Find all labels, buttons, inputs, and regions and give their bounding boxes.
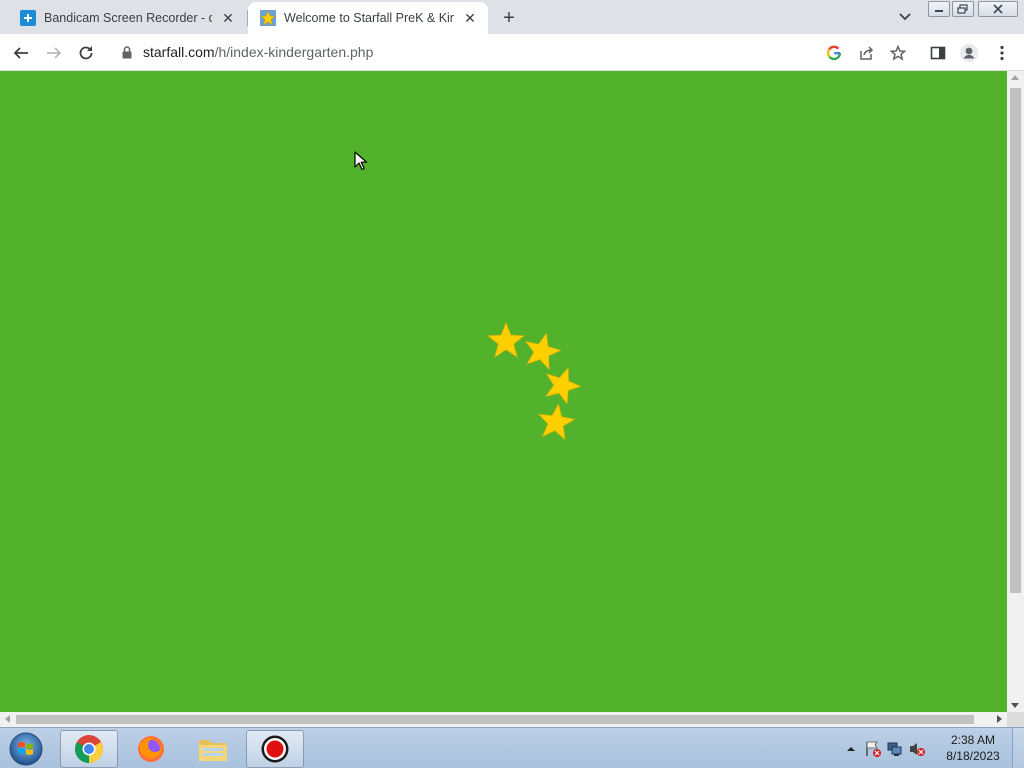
taskbar-bandicam[interactable] xyxy=(246,730,304,768)
taskbar: 2:38 AM 8/18/2023 xyxy=(0,727,1024,768)
vertical-scroll-thumb[interactable] xyxy=(1010,88,1021,593)
windows-logo-icon xyxy=(9,732,43,766)
browser-toolbar: starfall.com/h/index-kindergarten.php xyxy=(0,34,1024,71)
start-button[interactable] xyxy=(5,729,47,768)
minimize-button[interactable] xyxy=(928,1,950,17)
taskbar-clock[interactable]: 2:38 AM 8/18/2023 xyxy=(940,732,1006,764)
action-center-flag-icon[interactable] xyxy=(864,740,882,758)
tab-strip: Bandicam Screen Recorder - dow ✕ Welcome… xyxy=(0,0,1024,34)
bandicam-record-icon xyxy=(261,735,289,763)
network-icon[interactable] xyxy=(886,740,904,758)
horizontal-scroll-thumb[interactable] xyxy=(16,715,974,724)
forward-button[interactable] xyxy=(41,40,67,66)
tab-title: Welcome to Starfall PreK & Kind xyxy=(284,11,454,25)
page-content[interactable] xyxy=(0,71,1007,712)
taskbar-firefox[interactable] xyxy=(122,730,180,768)
clock-date: 8/18/2023 xyxy=(946,749,1000,763)
google-lens-icon[interactable] xyxy=(821,40,847,66)
new-tab-button[interactable]: + xyxy=(497,6,521,30)
starfall-star-icon xyxy=(260,10,276,26)
url-path: /h/index-kindergarten.php xyxy=(214,44,374,60)
scroll-right-arrow-icon[interactable] xyxy=(997,715,1002,723)
scroll-up-arrow-icon[interactable] xyxy=(1011,75,1019,80)
scroll-down-arrow-icon[interactable] xyxy=(1011,703,1019,708)
file-explorer-icon xyxy=(199,740,227,761)
star-icon[interactable] xyxy=(523,332,561,370)
taskbar-file-explorer[interactable] xyxy=(184,730,242,768)
volume-muted-icon[interactable] xyxy=(908,740,926,758)
scroll-left-arrow-icon[interactable] xyxy=(5,715,10,723)
tab-search-chevron-icon[interactable] xyxy=(893,6,917,28)
scrollbar-corner xyxy=(1007,712,1024,727)
side-panel-icon[interactable] xyxy=(925,40,951,66)
close-tab-icon[interactable]: ✕ xyxy=(218,8,238,28)
url-text[interactable]: starfall.com/h/index-kindergarten.php xyxy=(143,44,373,60)
lock-icon[interactable] xyxy=(120,45,134,59)
clock-time: 2:38 AM xyxy=(950,733,996,747)
url-host: starfall.com xyxy=(143,44,215,60)
profile-avatar-icon[interactable] xyxy=(956,40,982,66)
star-icon[interactable] xyxy=(537,403,575,441)
close-window-button[interactable] xyxy=(978,1,1018,17)
star-icon[interactable] xyxy=(487,322,525,360)
horizontal-scrollbar[interactable] xyxy=(0,712,1007,727)
menu-kebab-icon[interactable] xyxy=(989,40,1015,66)
bookmark-star-icon[interactable] xyxy=(885,40,911,66)
taskbar-chrome[interactable] xyxy=(60,730,118,768)
mouse-cursor-icon xyxy=(354,151,368,171)
vertical-scrollbar[interactable] xyxy=(1007,71,1024,712)
system-tray xyxy=(840,728,928,768)
back-button[interactable] xyxy=(8,40,34,66)
show-desktop-button[interactable] xyxy=(1012,728,1024,768)
bandicam-icon xyxy=(20,10,36,26)
firefox-icon xyxy=(138,736,164,762)
share-icon[interactable] xyxy=(853,40,879,66)
tab-bandicam[interactable]: Bandicam Screen Recorder - dow ✕ xyxy=(8,2,246,34)
show-hidden-icons-arrow-icon[interactable] xyxy=(842,740,860,758)
tab-starfall[interactable]: Welcome to Starfall PreK & Kind ✕ xyxy=(248,2,488,34)
reload-button[interactable] xyxy=(73,40,99,66)
tab-title: Bandicam Screen Recorder - dow xyxy=(44,11,212,25)
chrome-icon xyxy=(75,735,103,763)
star-icon[interactable] xyxy=(543,366,581,404)
restore-button[interactable] xyxy=(952,1,974,17)
close-tab-icon[interactable]: ✕ xyxy=(460,8,480,28)
address-bar[interactable]: starfall.com/h/index-kindergarten.php xyxy=(108,37,918,67)
